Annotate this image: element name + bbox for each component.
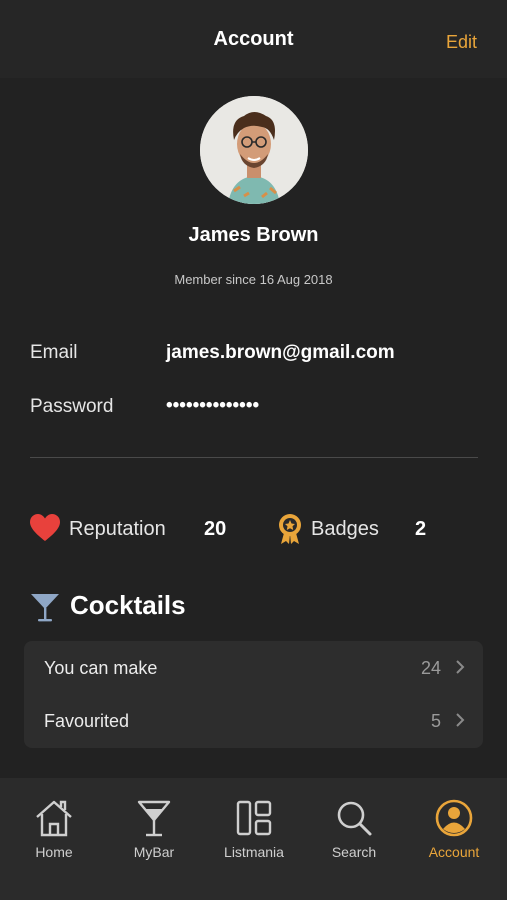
tab-home[interactable]: Home (4, 778, 104, 900)
row-label: You can make (44, 658, 158, 678)
tab-mybar[interactable]: MyBar (104, 778, 204, 900)
search-icon (334, 798, 374, 838)
badges-label: Badges (311, 518, 379, 540)
page-title: Account (213, 28, 294, 50)
tab-label: Account (428, 844, 480, 860)
tab-search[interactable]: Search (304, 778, 404, 900)
top-bar: Account Edit (0, 0, 507, 78)
password-label: Password (30, 396, 114, 417)
tab-label: Listmania (224, 844, 284, 860)
tab-account[interactable]: Account (404, 778, 504, 900)
account-icon (434, 798, 474, 838)
reputation-label: Reputation (69, 518, 166, 540)
heart-icon (30, 514, 60, 547)
email-value: james.brown@gmail.com (166, 342, 395, 363)
badge-icon (278, 513, 302, 550)
profile-name: James Brown (188, 224, 319, 246)
tab-label: MyBar (133, 844, 175, 860)
edit-button[interactable]: Edit (446, 32, 477, 53)
chevron-right-icon (455, 659, 465, 680)
grid-layout-icon (234, 798, 274, 838)
bottom-tab-bar: Home MyBar Listmania Search Account (0, 778, 507, 900)
row-count: 24 (420, 658, 441, 678)
tab-label: Search (331, 844, 377, 860)
email-label: Email (30, 342, 78, 363)
you-can-make-row[interactable]: You can make 24 (24, 641, 483, 694)
avatar (200, 96, 308, 204)
home-icon (34, 798, 74, 838)
cocktails-card: You can make 24 Favourited 5 (24, 641, 483, 748)
row-label: Favourited (44, 711, 130, 731)
row-count: 5 (430, 711, 441, 731)
cocktails-section-title: Cocktails (70, 590, 186, 620)
reputation-value: 20 (204, 518, 227, 540)
password-value: •••••••••••••• (166, 395, 260, 416)
badges-value: 2 (415, 518, 427, 540)
cocktail-glass-icon (134, 798, 174, 838)
chevron-right-icon (455, 712, 465, 733)
member-since: Member since 16 Aug 2018 (174, 272, 333, 287)
favourited-row[interactable]: Favourited 5 (24, 694, 483, 747)
divider (30, 457, 478, 458)
cocktail-glass-icon (30, 592, 60, 627)
tab-listmania[interactable]: Listmania (204, 778, 304, 900)
tab-label: Home (35, 844, 73, 860)
